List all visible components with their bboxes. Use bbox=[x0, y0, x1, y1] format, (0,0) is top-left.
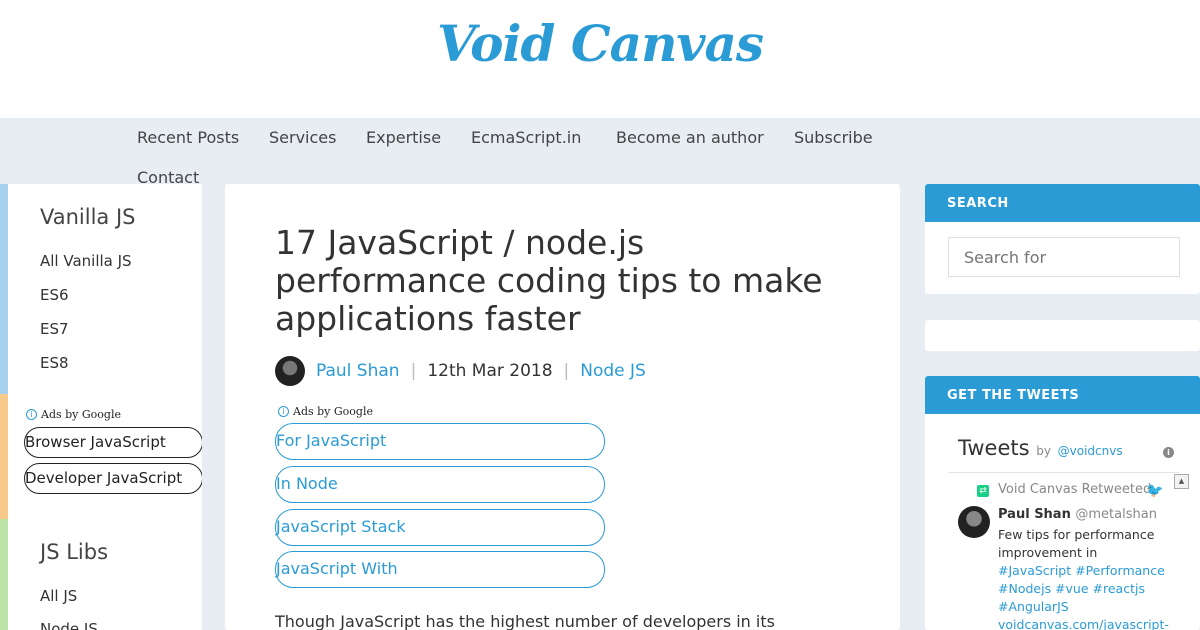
tweet-hashtags[interactable]: #AngularJS bbox=[998, 599, 1069, 614]
tweets-widget-heading: GET THE TWEETS bbox=[925, 376, 1200, 414]
article-title: 17 JavaScript / node.js performance codi… bbox=[275, 223, 823, 338]
section-color-bar bbox=[0, 394, 8, 519]
ad-button-javascript-with[interactable]: JavaScript With bbox=[275, 551, 605, 588]
site-header: Void Canvas bbox=[0, 0, 1200, 118]
sidebar-title-js-libs: JS Libs bbox=[40, 540, 109, 564]
retweet-label[interactable]: Void Canvas Retweeted bbox=[998, 482, 1151, 497]
sidebar-link-all-vanilla-js[interactable]: All Vanilla JS bbox=[40, 252, 132, 270]
tweet-author[interactable]: Paul Shan @metalshan bbox=[998, 507, 1157, 522]
twitter-bird-icon[interactable]: 🐦 bbox=[1146, 483, 1163, 499]
main-nav: Recent Posts Services Expertise EcmaScri… bbox=[0, 118, 1200, 187]
site-logo[interactable]: Void Canvas bbox=[0, 14, 1200, 73]
author-link[interactable]: Paul Shan bbox=[316, 361, 400, 381]
info-icon: i bbox=[26, 409, 37, 420]
nav-subscribe[interactable]: Subscribe bbox=[794, 128, 873, 147]
tweets-account-link[interactable]: @voidcnvs bbox=[1058, 444, 1123, 458]
ads-by-google-label[interactable]: i Ads by Google bbox=[278, 405, 373, 418]
search-widget-heading: SEARCH bbox=[925, 184, 1200, 222]
ads-label-text: Ads by Google bbox=[41, 408, 121, 421]
sidebar-link-es8[interactable]: ES8 bbox=[40, 354, 69, 372]
tweets-timeline-header: Tweets by @voidcnvs bbox=[958, 436, 1123, 460]
nav-ecmascript[interactable]: EcmaScript.in bbox=[471, 128, 581, 147]
ad-button-developer-javascript[interactable]: Developer JavaScript bbox=[24, 463, 202, 494]
sidebar-link-all-js[interactable]: All JS bbox=[40, 587, 77, 605]
tweet-link[interactable]: voidcanvas.com/javascript- bbox=[998, 617, 1169, 630]
divider bbox=[948, 472, 1180, 473]
tweets-title: Tweets bbox=[958, 436, 1030, 460]
tweet-author-handle: @metalshan bbox=[1075, 507, 1157, 522]
ads-by-google-label[interactable]: i Ads by Google bbox=[26, 408, 121, 421]
sidebar-link-es7[interactable]: ES7 bbox=[40, 320, 69, 338]
left-sidebar: Vanilla JS All Vanilla JS ES6 ES7 ES8 i … bbox=[0, 184, 202, 630]
author-avatar[interactable] bbox=[275, 356, 305, 386]
ad-button-javascript-stack[interactable]: JavaScript Stack bbox=[275, 509, 605, 546]
sidebar-title-vanilla-js: Vanilla JS bbox=[40, 205, 136, 229]
tweet-text-line: improvement in bbox=[998, 545, 1098, 560]
ad-button-browser-javascript[interactable]: Browser JavaScript bbox=[24, 427, 202, 458]
nav-become-author[interactable]: Become an author bbox=[616, 128, 764, 147]
tweet-author-avatar[interactable] bbox=[958, 506, 990, 538]
category-link[interactable]: Node JS bbox=[580, 361, 646, 381]
article-body-text: Though JavaScript has the highest number… bbox=[275, 612, 775, 630]
section-color-bar bbox=[0, 519, 8, 630]
article-date: 12th Mar 2018 bbox=[427, 361, 553, 381]
tweet-hashtags[interactable]: #Nodejs #vue #reactjs bbox=[998, 581, 1145, 596]
tweets-widget: GET THE TWEETS Tweets by @voidcnvs i ▲ ⇄… bbox=[925, 376, 1200, 630]
empty-widget bbox=[925, 320, 1200, 351]
info-icon: i bbox=[278, 406, 289, 417]
article-card: 17 JavaScript / node.js performance codi… bbox=[225, 184, 900, 630]
ad-button-for-javascript[interactable]: For JavaScript bbox=[275, 423, 605, 460]
section-color-bar bbox=[0, 184, 8, 394]
tweets-by-label: by bbox=[1036, 444, 1051, 458]
tweet-author-name: Paul Shan bbox=[998, 507, 1071, 522]
sidebar-link-es6[interactable]: ES6 bbox=[40, 286, 69, 304]
ad-button-in-node[interactable]: In Node bbox=[275, 466, 605, 503]
tweet-hashtags[interactable]: #JavaScript #Performance bbox=[998, 563, 1165, 578]
info-icon[interactable]: i bbox=[1163, 447, 1174, 458]
retweet-icon: ⇄ bbox=[977, 485, 989, 497]
nav-recent-posts[interactable]: Recent Posts bbox=[137, 128, 239, 147]
search-input[interactable] bbox=[948, 237, 1180, 277]
sidebar-link-node-js[interactable]: Node JS bbox=[40, 620, 98, 630]
nav-services[interactable]: Services bbox=[269, 128, 336, 147]
meta-separator: | bbox=[563, 361, 570, 381]
scroll-up-arrow-icon[interactable]: ▲ bbox=[1174, 474, 1189, 489]
meta-separator: | bbox=[410, 361, 417, 381]
tweet-text-line: Few tips for performance bbox=[998, 527, 1155, 542]
nav-expertise[interactable]: Expertise bbox=[366, 128, 441, 147]
article-meta: Paul Shan | 12th Mar 2018 | Node JS bbox=[275, 356, 646, 386]
search-widget: SEARCH bbox=[925, 184, 1200, 294]
ads-label-text: Ads by Google bbox=[293, 405, 373, 418]
